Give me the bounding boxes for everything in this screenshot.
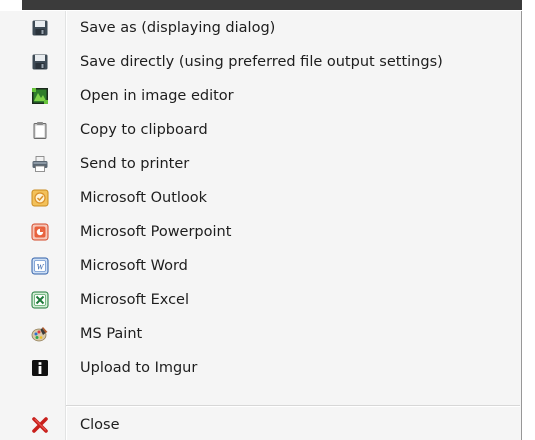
printer-icon [31, 155, 49, 173]
svg-text:W: W [36, 262, 44, 272]
menu-item-microsoft-word[interactable]: W Microsoft Word [0, 249, 521, 283]
menu-item-label: Close [80, 417, 120, 433]
background-window-titlebar [22, 0, 522, 10]
close-icon [31, 416, 49, 434]
menu-item-label: Microsoft Outlook [80, 190, 208, 206]
menu-item-microsoft-excel[interactable]: Microsoft Excel [0, 283, 521, 317]
clipboard-icon [31, 121, 49, 139]
imgur-icon [31, 359, 49, 377]
menu-item-send-to-printer[interactable]: Send to printer [0, 147, 521, 181]
menu-item-label: Save as (displaying dialog) [80, 20, 276, 36]
screenshot-stage: Save as (displaying dialog) Save directl… [0, 0, 535, 440]
menu-item-label: MS Paint [80, 326, 143, 342]
menu-item-label: Send to printer [80, 156, 190, 172]
image-editor-icon [31, 87, 49, 105]
paint-icon [31, 325, 49, 343]
menu-item-label: Microsoft Powerpoint [80, 224, 232, 240]
menu-item-save-directly[interactable]: Save directly (using preferred file outp… [0, 45, 521, 79]
menu-item-label: Open in image editor [80, 88, 234, 104]
context-menu: Save as (displaying dialog) Save directl… [0, 11, 522, 440]
menu-item-label: Save directly (using preferred file outp… [80, 54, 443, 70]
menu-separator [66, 405, 520, 407]
menu-item-microsoft-powerpoint[interactable]: Microsoft Powerpoint [0, 215, 521, 249]
menu-item-upload-to-imgur[interactable]: Upload to Imgur [0, 351, 521, 385]
menu-item-label: Upload to Imgur [80, 360, 198, 376]
word-icon: W [31, 257, 49, 275]
menu-item-label: Microsoft Word [80, 258, 188, 274]
powerpoint-icon [31, 223, 49, 241]
menu-item-label: Microsoft Excel [80, 292, 190, 308]
floppy-disk-icon [31, 19, 49, 37]
outlook-icon [31, 189, 49, 207]
menu-item-ms-paint[interactable]: MS Paint [0, 317, 521, 351]
menu-item-microsoft-outlook[interactable]: Microsoft Outlook [0, 181, 521, 215]
floppy-disk-icon [31, 53, 49, 71]
menu-item-label: Copy to clipboard [80, 122, 208, 138]
menu-item-open-in-image-editor[interactable]: Open in image editor [0, 79, 521, 113]
excel-icon [31, 291, 49, 309]
menu-item-close[interactable]: Close [0, 408, 521, 440]
background-window-edge [0, 0, 535, 36]
menu-item-save-as[interactable]: Save as (displaying dialog) [0, 11, 521, 45]
menu-item-copy-to-clipboard[interactable]: Copy to clipboard [0, 113, 521, 147]
